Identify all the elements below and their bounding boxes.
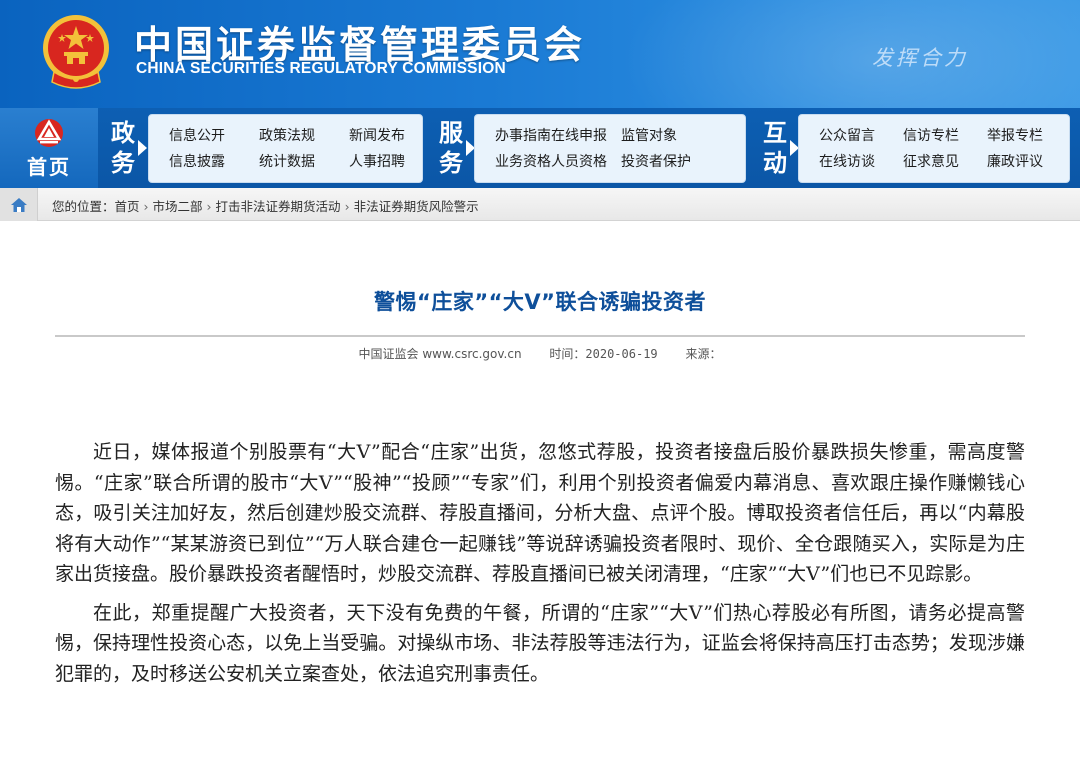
article-paragraph: 在此，郑重提醒广大投资者，天下没有免费的午餐，所谓的“庄家”“大V”们热心荐股必… [55, 601, 1025, 685]
nav-item-recruitment[interactable]: 人事招聘 [349, 153, 439, 171]
nav-item-online-filing[interactable]: 在线申报 [551, 127, 621, 145]
nav-section-label-char: 动 [763, 149, 787, 177]
breadcrumb-item-risk-warning[interactable]: 非法证券期货风险警示 [354, 199, 479, 214]
nav-home-button[interactable]: 首页 [0, 108, 98, 188]
house-icon [10, 197, 27, 212]
nav-section-label-char: 服 [439, 119, 463, 147]
nav-menu-service: 办事指南 在线申报 监管对象 业务资格 人员资格 投资者保护 [474, 114, 746, 183]
nav-section-interaction-label: 互 动 [756, 118, 794, 178]
article-time: 时间：2020-06-19 [549, 347, 658, 361]
nav-item-petition[interactable]: 信访专栏 [903, 127, 987, 145]
nav-item-info-disclosure[interactable]: 信息披露 [169, 153, 259, 171]
nav-item-info-public[interactable]: 信息公开 [169, 127, 259, 145]
breadcrumb-item-home[interactable]: 首页 [115, 199, 140, 214]
nav-item-public-message[interactable]: 公众留言 [819, 127, 903, 145]
nav-item-statistics[interactable]: 统计数据 [259, 153, 349, 171]
breadcrumb-prefix: 您的位置： [52, 199, 115, 214]
article-title: 警惕“庄家”“大V”联合诱骗投资者 [374, 290, 706, 314]
nav-menu-government: 信息公开 政策法规 新闻发布 信息披露 统计数据 人事招聘 [148, 114, 423, 183]
breadcrumb-item-market-dept[interactable]: 市场二部 [153, 199, 203, 214]
nav-section-label-char: 互 [763, 119, 787, 147]
nav-section-label-char: 政 [111, 119, 135, 147]
nav-item-policy-law[interactable]: 政策法规 [259, 127, 349, 145]
nav-item-report[interactable]: 举报专栏 [987, 127, 1071, 145]
nav-section-label-char: 务 [111, 149, 135, 177]
main-nav: 首页 政 务 信息公开 政策法规 新闻发布 信息披露 统计数据 人事招聘 服 务… [0, 108, 1080, 188]
csrc-logo-icon [35, 118, 63, 147]
header-glow [620, 0, 1080, 108]
header-slogan: 发挥合力 [872, 46, 968, 70]
nav-item-online-interview[interactable]: 在线访谈 [819, 153, 903, 171]
nav-item-supervised-entities[interactable]: 监管对象 [621, 127, 731, 145]
nav-item-personnel-qualification[interactable]: 人员资格 [551, 153, 621, 171]
article-paragraph: 近日，媒体报道个别股票有“大V”配合“庄家”出货，忽悠式荐股，投资者接盘后股价暴… [55, 441, 1025, 585]
site-title-en: CHINA SECURITIES REGULATORY COMMISSION [136, 60, 506, 77]
breadcrumb-separator: › [206, 199, 212, 214]
nav-item-investor-protection[interactable]: 投资者保护 [621, 153, 731, 171]
nav-section-service-label: 服 务 [432, 118, 470, 178]
article-meta: 中国证监会 www.csrc.gov.cn 时间：2020-06-19 来源： [0, 345, 1080, 362]
article-source: 中国证监会 www.csrc.gov.cn [358, 347, 522, 361]
nav-item-solicit-opinions[interactable]: 征求意见 [903, 153, 987, 171]
nav-item-integrity-review[interactable]: 廉政评议 [987, 153, 1071, 171]
article-origin: 来源： [685, 347, 722, 361]
breadcrumb-item-crackdown[interactable]: 打击非法证券期货活动 [216, 199, 341, 214]
breadcrumb-trail: 您的位置：首页 › 市场二部 › 打击非法证券期货活动 › 非法证券期货风险警示 [52, 196, 479, 215]
nav-item-news-release[interactable]: 新闻发布 [349, 127, 439, 145]
site-header: 中国证券监督管理委员会 CHINA SECURITIES REGULATORY … [0, 0, 1080, 108]
nav-section-government-label: 政 务 [104, 118, 142, 178]
article-body: 近日，媒体报道个别股票有“大V”配合“庄家”出货，忽悠式荐股，投资者接盘后股价暴… [55, 437, 1025, 697]
nav-home-label: 首页 [27, 154, 71, 179]
nav-item-guide[interactable]: 办事指南 [495, 127, 551, 145]
nav-arrow-icon [138, 140, 147, 156]
nav-section-label-char: 务 [439, 149, 463, 177]
breadcrumb: 您的位置：首页 › 市场二部 › 打击非法证券期货活动 › 非法证券期货风险警示 [0, 188, 1080, 221]
breadcrumb-separator: › [344, 199, 350, 214]
breadcrumb-separator: › [143, 199, 149, 214]
national-emblem-icon[interactable] [40, 12, 112, 92]
nav-item-business-qualification[interactable]: 业务资格 [495, 153, 551, 171]
home-icon[interactable] [0, 188, 38, 221]
title-divider [55, 335, 1025, 337]
nav-menu-interaction: 公众留言 信访专栏 举报专栏 在线访谈 征求意见 廉政评议 [798, 114, 1070, 183]
